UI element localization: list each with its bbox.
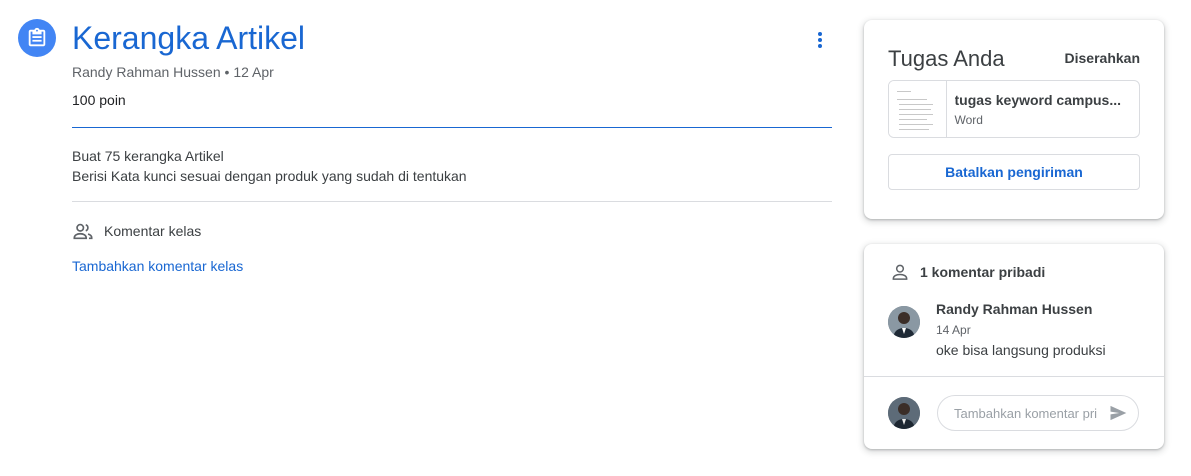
avatar bbox=[888, 397, 920, 429]
description-line: Berisi Kata kunci sesuai dengan produk y… bbox=[72, 168, 467, 184]
people-icon bbox=[73, 223, 93, 240]
attachment-name: tugas keyword campus... bbox=[954, 92, 1122, 108]
send-icon bbox=[1110, 405, 1127, 421]
assignment-icon bbox=[18, 19, 56, 57]
person-icon bbox=[892, 264, 908, 280]
more-options-button[interactable] bbox=[806, 28, 834, 52]
author-name: Randy Rahman Hussen bbox=[72, 64, 221, 80]
points-label: 100 poin bbox=[72, 92, 126, 108]
add-class-comment-link[interactable]: Tambahkan komentar kelas bbox=[72, 258, 243, 274]
private-comments-header: 1 komentar pribadi bbox=[890, 262, 1045, 282]
class-comments-label: Komentar kelas bbox=[104, 223, 202, 239]
assignment-description: Buat 75 kerangka Artikel Berisi Kata kun… bbox=[72, 146, 467, 186]
submission-status: Diserahkan bbox=[1064, 50, 1140, 66]
post-date: 12 Apr bbox=[233, 64, 274, 80]
description-line: Buat 75 kerangka Artikel bbox=[72, 148, 224, 164]
title-divider bbox=[72, 127, 832, 128]
comment-divider bbox=[864, 376, 1164, 377]
avatar bbox=[888, 306, 920, 338]
attachment-card[interactable]: tugas keyword campus... Word bbox=[888, 80, 1140, 138]
more-vert-icon bbox=[818, 32, 822, 48]
send-button[interactable] bbox=[1106, 401, 1130, 425]
comment-text: oke bisa langsung produksi bbox=[936, 342, 1106, 358]
private-comment-input[interactable] bbox=[954, 405, 1102, 421]
private-comments-count: 1 komentar pribadi bbox=[920, 264, 1046, 280]
your-work-title: Tugas Anda bbox=[888, 46, 1005, 71]
comment-date: 14 Apr bbox=[936, 323, 971, 337]
assignment-meta: Randy Rahman Hussen • 12 Apr bbox=[72, 64, 274, 80]
unsubmit-button[interactable]: Batalkan pengiriman bbox=[888, 154, 1140, 190]
document-thumbnail bbox=[889, 81, 947, 137]
class-comments-header: Komentar kelas bbox=[72, 220, 201, 242]
meta-separator: • bbox=[220, 64, 234, 80]
attachment-type: Word bbox=[954, 113, 983, 127]
private-comments-card: 1 komentar pribadi Randy Rahman Hussen 1… bbox=[864, 244, 1164, 449]
description-divider bbox=[72, 201, 832, 202]
your-work-card: Tugas Anda Diserahkan tugas keyword camp… bbox=[864, 20, 1164, 219]
private-comment-input-wrapper bbox=[937, 395, 1139, 431]
comment-author: Randy Rahman Hussen bbox=[936, 301, 1093, 317]
assignment-title: Kerangka Artikel bbox=[72, 20, 306, 56]
